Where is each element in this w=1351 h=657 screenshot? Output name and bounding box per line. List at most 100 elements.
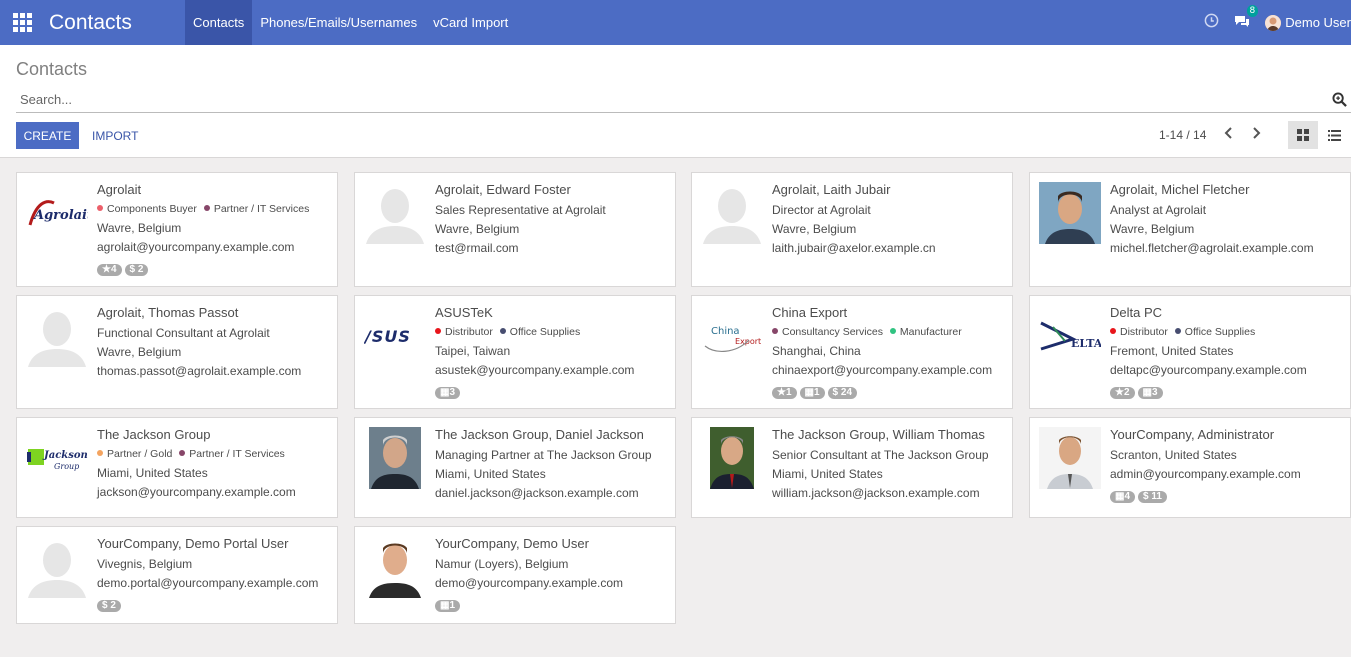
menu-item-contacts[interactable]: Contacts <box>185 0 253 45</box>
search-input[interactable] <box>16 88 1316 110</box>
category-tag: Office Supplies <box>1174 325 1255 339</box>
contact-email: admin@yourcompany.example.com <box>1110 467 1301 481</box>
contact-location: Namur (Loyers), Belgium <box>435 557 569 571</box>
company-logo: China Export <box>701 305 763 367</box>
messaging-icon[interactable]: 8 <box>1233 4 1259 33</box>
category-tag: Office Supplies <box>499 325 580 339</box>
contact-email: chinaexport@yourcompany.example.com <box>772 363 993 377</box>
contact-name: YourCompany, Administrator <box>1110 427 1275 442</box>
contact-location: Fremont, United States <box>1110 344 1234 358</box>
category-tags: Partner / Gold Partner / IT Services <box>97 447 331 461</box>
stat-badges: ▦3 <box>435 382 669 400</box>
contact-location: Miami, United States <box>772 467 883 481</box>
category-tags: Components Buyer Partner / IT Services <box>97 202 331 216</box>
meetings-badge: ★4 <box>97 264 122 276</box>
contact-location: Miami, United States <box>435 467 546 481</box>
contact-email: asustek@yourcompany.example.com <box>435 363 635 377</box>
stat-badges: $ 2 <box>97 595 331 613</box>
create-button[interactable]: CREATE <box>16 122 79 149</box>
contact-name: YourCompany, Demo Portal User <box>97 536 289 551</box>
contact-card[interactable]: Agrolait, Thomas Passot Functional Consu… <box>16 295 338 409</box>
contact-location: Taipei, Taiwan <box>435 344 511 358</box>
breadcrumb: Contacts <box>16 59 88 79</box>
stat-badges: ★1 ▦1 $ 24 <box>772 382 1006 400</box>
contact-name: China Export <box>772 305 848 320</box>
svg-text:Jackson: Jackson <box>42 450 88 461</box>
contact-function: Analyst at Agrolait <box>1110 203 1207 217</box>
contact-name: ASUSTeK <box>435 305 493 320</box>
category-tag: Partner / IT Services <box>203 202 309 216</box>
user-menu[interactable]: Demo User <box>1265 14 1351 31</box>
contact-email: daniel.jackson@jackson.example.com <box>435 486 639 500</box>
contact-name: YourCompany, Demo User <box>435 536 589 551</box>
category-tags: Distributor Office Supplies <box>1110 325 1344 339</box>
contact-card[interactable]: Jackson Group The Jackson Group Partner /… <box>16 417 338 518</box>
contact-location: Miami, United States <box>97 466 208 480</box>
contact-email: demo@yourcompany.example.com <box>435 576 624 590</box>
search-bar <box>16 88 1351 113</box>
apps-menu-button[interactable] <box>0 0 44 45</box>
contact-function: Senior Consultant at The Jackson Group <box>772 448 989 462</box>
company-logo: ELTA <box>1039 305 1101 367</box>
sales-badge: $ 2 <box>97 600 121 612</box>
svg-text:/SUS: /SUS <box>364 327 411 346</box>
contact-function: Functional Consultant at Agrolait <box>97 326 270 340</box>
systray: 8 Demo User <box>1204 0 1351 45</box>
contact-name: Delta PC <box>1110 305 1163 320</box>
contact-card[interactable]: ELTA Delta PC Distributor Office Supplie… <box>1029 295 1351 409</box>
control-panel: Contacts CREATE IMPORT 1-14 / 14 <box>0 45 1351 158</box>
kanban-view-button[interactable] <box>1288 121 1318 149</box>
category-tag: Distributor <box>1110 325 1168 339</box>
contact-name: Agrolait, Edward Foster <box>435 182 571 197</box>
contact-photo <box>701 427 763 489</box>
contact-card[interactable]: Agrolait, Edward Foster Sales Representa… <box>354 172 676 287</box>
contact-email: agrolait@yourcompany.example.com <box>97 240 295 254</box>
contact-name: Agrolait, Thomas Passot <box>97 305 239 320</box>
meetings-badge: ★1 <box>772 387 797 399</box>
search-icon[interactable] <box>1332 92 1347 111</box>
main-menu: Contacts Phones/Emails/Usernames vCard I… <box>185 0 516 45</box>
menu-item-vcard-import[interactable]: vCard Import <box>425 0 516 45</box>
contact-function: Sales Representative at Agrolait <box>435 203 606 217</box>
category-tags: Consultancy Services Manufacturer <box>772 325 1006 339</box>
list-view-button[interactable] <box>1320 121 1348 149</box>
contact-card[interactable]: China Export China Export Consultancy Ser… <box>691 295 1013 409</box>
contact-card[interactable]: Agrolait, Michel Fletcher Analyst at Agr… <box>1029 172 1351 287</box>
chevron-right-icon[interactable] <box>1250 125 1262 145</box>
contact-card[interactable]: /SUS ASUSTeK Distributor Office Supplies… <box>354 295 676 409</box>
contact-email: test@rmail.com <box>435 241 519 255</box>
category-tag: Consultancy Services <box>772 325 883 339</box>
contact-card[interactable]: YourCompany, Demo User Namur (Loyers), B… <box>354 526 676 624</box>
sales-badge: $ 2 <box>124 264 149 276</box>
placeholder-avatar <box>26 536 88 598</box>
import-button[interactable]: IMPORT <box>86 122 144 149</box>
contact-location: Shanghai, China <box>772 344 861 358</box>
pager-value[interactable]: 1-14 / 14 <box>1159 128 1206 142</box>
chevron-left-icon[interactable] <box>1223 125 1235 145</box>
contact-card[interactable]: The Jackson Group, William Thomas Senior… <box>691 417 1013 518</box>
contact-name: The Jackson Group <box>97 427 211 442</box>
contact-email: thomas.passot@agrolait.example.com <box>97 364 302 378</box>
contact-card[interactable]: Agrolait Agrolait Components Buyer Partn… <box>16 172 338 287</box>
contact-email: demo.portal@yourcompany.example.com <box>97 576 319 590</box>
activity-clock-icon[interactable] <box>1204 13 1219 32</box>
contact-location: Vivegnis, Belgium <box>97 557 193 571</box>
placeholder-avatar <box>26 305 88 367</box>
invoices-badge: ▦3 <box>435 387 461 399</box>
contact-photo <box>364 427 426 489</box>
stat-badges: ★2 ▦3 <box>1110 382 1344 400</box>
contact-card[interactable]: Agrolait, Laith Jubair Director at Agrol… <box>691 172 1013 287</box>
contact-photo <box>1039 182 1101 244</box>
contact-function: Director at Agrolait <box>772 203 871 217</box>
stat-badges: ★4 $ 2 <box>97 259 331 277</box>
menu-item-phones-emails[interactable]: Phones/Emails/Usernames <box>252 0 425 45</box>
meetings-badge: ★2 <box>1110 387 1135 399</box>
contact-card[interactable]: YourCompany, Demo Portal User Vivegnis, … <box>16 526 338 624</box>
contact-card[interactable]: The Jackson Group, Daniel Jackson Managi… <box>354 417 676 518</box>
sales-badge: $ 11 <box>1138 491 1167 503</box>
contact-card[interactable]: YourCompany, Administrator Scranton, Uni… <box>1029 417 1351 518</box>
invoices-badge: ▦3 <box>1137 387 1163 399</box>
contact-function: Managing Partner at The Jackson Group <box>435 448 652 462</box>
contact-location: Wavre, Belgium <box>435 222 520 236</box>
contact-email: deltapc@yourcompany.example.com <box>1110 363 1307 377</box>
